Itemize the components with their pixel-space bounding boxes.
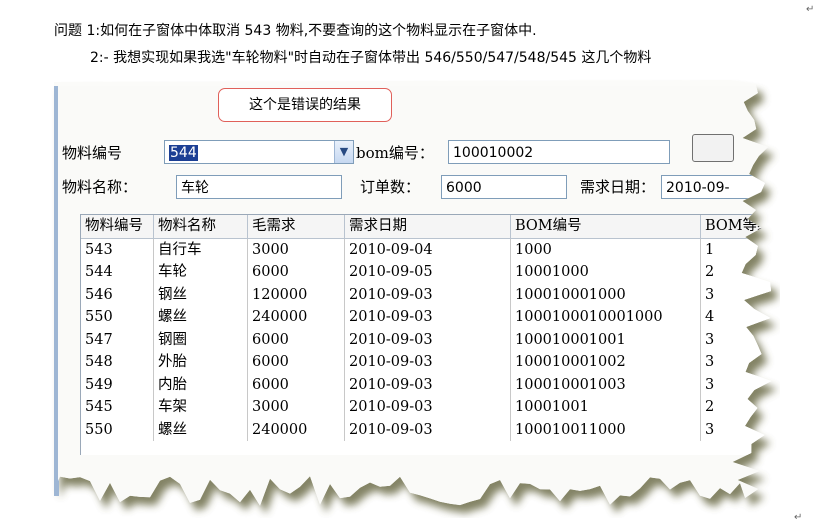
table-cell: 100010001002 [510,351,701,374]
table-cell: 内胎 [153,373,248,396]
order-qty-label: 订单数： [360,178,421,196]
col-header[interactable]: 毛需求 [247,215,345,239]
table-row[interactable]: 545 车架 3000 2010-09-03 10001001 2 [81,396,772,419]
table-cell: 2010-09-04 [344,238,511,261]
table-cell: 2010-09-03 [344,396,511,419]
table-cell: 钢圈 [153,328,248,351]
chevron-down-icon[interactable]: ▼ [334,141,353,163]
table-cell: 车轮 [153,261,248,284]
table-cell: 3000 [247,238,345,261]
material-name-label: 物料名称： [62,178,138,196]
table-cell: 545 [81,396,154,419]
table-cell: 螺丝 [153,418,248,441]
table-cell: 120000 [247,283,345,306]
col-header[interactable]: BOM编号 [510,215,701,239]
table-cell: 6000 [247,351,345,374]
subform-grid[interactable]: 物料编号 物料名称 毛需求 需求日期 BOM编号 BOM等级 543 自行车 300… [80,214,772,455]
table-row[interactable]: 543 自行车 3000 2010-09-04 1000 1 [81,238,772,261]
table-cell: 2010-09-03 [344,373,511,396]
col-header[interactable]: 物料编号 [81,215,154,239]
table-row[interactable]: 550 螺丝 240000 2010-09-03 1000100010001000 4 [81,306,772,329]
demand-date-label: 需求日期： [580,178,656,196]
table-cell: 2010-09-03 [344,351,511,374]
grid-header-row: 物料编号 物料名称 毛需求 需求日期 BOM编号 BOM等级 [81,215,772,239]
material-no-label: 物料编号 [62,144,123,162]
table-cell: 2010-09-05 [344,261,511,284]
table-row[interactable]: 548 外胎 6000 2010-09-03 100010001002 3 [81,351,772,374]
table-cell: 2010-09-03 [344,328,511,351]
table-row[interactable]: 547 钢圈 6000 2010-09-03 100010001001 3 [81,328,772,351]
col-header[interactable]: 物料名称 [153,215,248,239]
table-cell: 550 [81,306,154,329]
table-cell: 2010-09-03 [344,283,511,306]
bom-label: bom编号： [356,144,434,162]
paragraph-mark: ↵ [794,512,803,523]
table-cell: 10001000 [510,261,701,284]
bom-field[interactable]: 100010002 [448,140,670,164]
table-cell: 100010001001 [510,328,701,351]
query-button[interactable] [692,134,734,162]
embedded-screenshot: 这个是错误的结果 物料编号 544 ▼ bom编号： 100010002 物料名… [40,78,780,518]
table-cell: 6000 [247,328,345,351]
material-name-field[interactable]: 车轮 [176,175,342,199]
question-1-text: 问题 1:如何在子窗体中体取消 543 物料,不要查询的这个物料显示在子窗体中. [54,23,537,39]
table-row[interactable]: 546 钢丝 120000 2010-09-03 100010001000 3 [81,283,772,306]
table-cell: 6000 [247,261,345,284]
table-cell: 549 [81,373,154,396]
table-cell: 3000 [247,396,345,419]
material-no-value: 544 [169,145,198,161]
table-cell: 1000100010001000 [510,306,701,329]
table-cell: 钢丝 [153,283,248,306]
paragraph-mark: ↵ [806,4,815,15]
table-cell: 100010011000 [510,418,701,441]
table-cell: 100010001003 [510,373,701,396]
table-cell: 550 [81,418,154,441]
table-row[interactable]: 544 车轮 6000 2010-09-05 10001000 2 [81,261,772,284]
table-cell: 548 [81,351,154,374]
table-cell: 6000 [247,373,345,396]
table-cell: 544 [81,261,154,284]
table-cell: 2010-09-03 [344,418,511,441]
table-cell: 100010001000 [510,283,701,306]
subform-window: 这个是错误的结果 物料编号 544 ▼ bom编号： 100010002 物料名… [58,86,772,506]
table-cell: 240000 [247,418,345,441]
table-cell: 543 [81,238,154,261]
table-cell: 车架 [153,396,248,419]
question-2-text: 2:- 我想实现如果我选"车轮物料"时自动在子窗体带出 546/550/547/… [90,50,652,66]
table-cell: 2010-09-03 [344,306,511,329]
table-cell: 螺丝 [153,306,248,329]
table-row[interactable]: 549 内胎 6000 2010-09-03 100010001003 3 [81,373,772,396]
table-cell: 外胎 [153,351,248,374]
material-no-combo[interactable]: 544 ▼ [164,140,354,164]
table-cell: 1000 [510,238,701,261]
table-cell: 546 [81,283,154,306]
table-cell: 547 [81,328,154,351]
table-row[interactable]: 550 螺丝 240000 2010-09-03 100010011000 3 [81,418,772,441]
col-header[interactable]: 需求日期 [344,215,511,239]
order-qty-field[interactable]: 6000 [441,175,567,199]
table-cell: 240000 [247,306,345,329]
table-cell: 10001001 [510,396,701,419]
table-cell: 自行车 [153,238,248,261]
error-result-callout: 这个是错误的结果 [218,88,392,122]
